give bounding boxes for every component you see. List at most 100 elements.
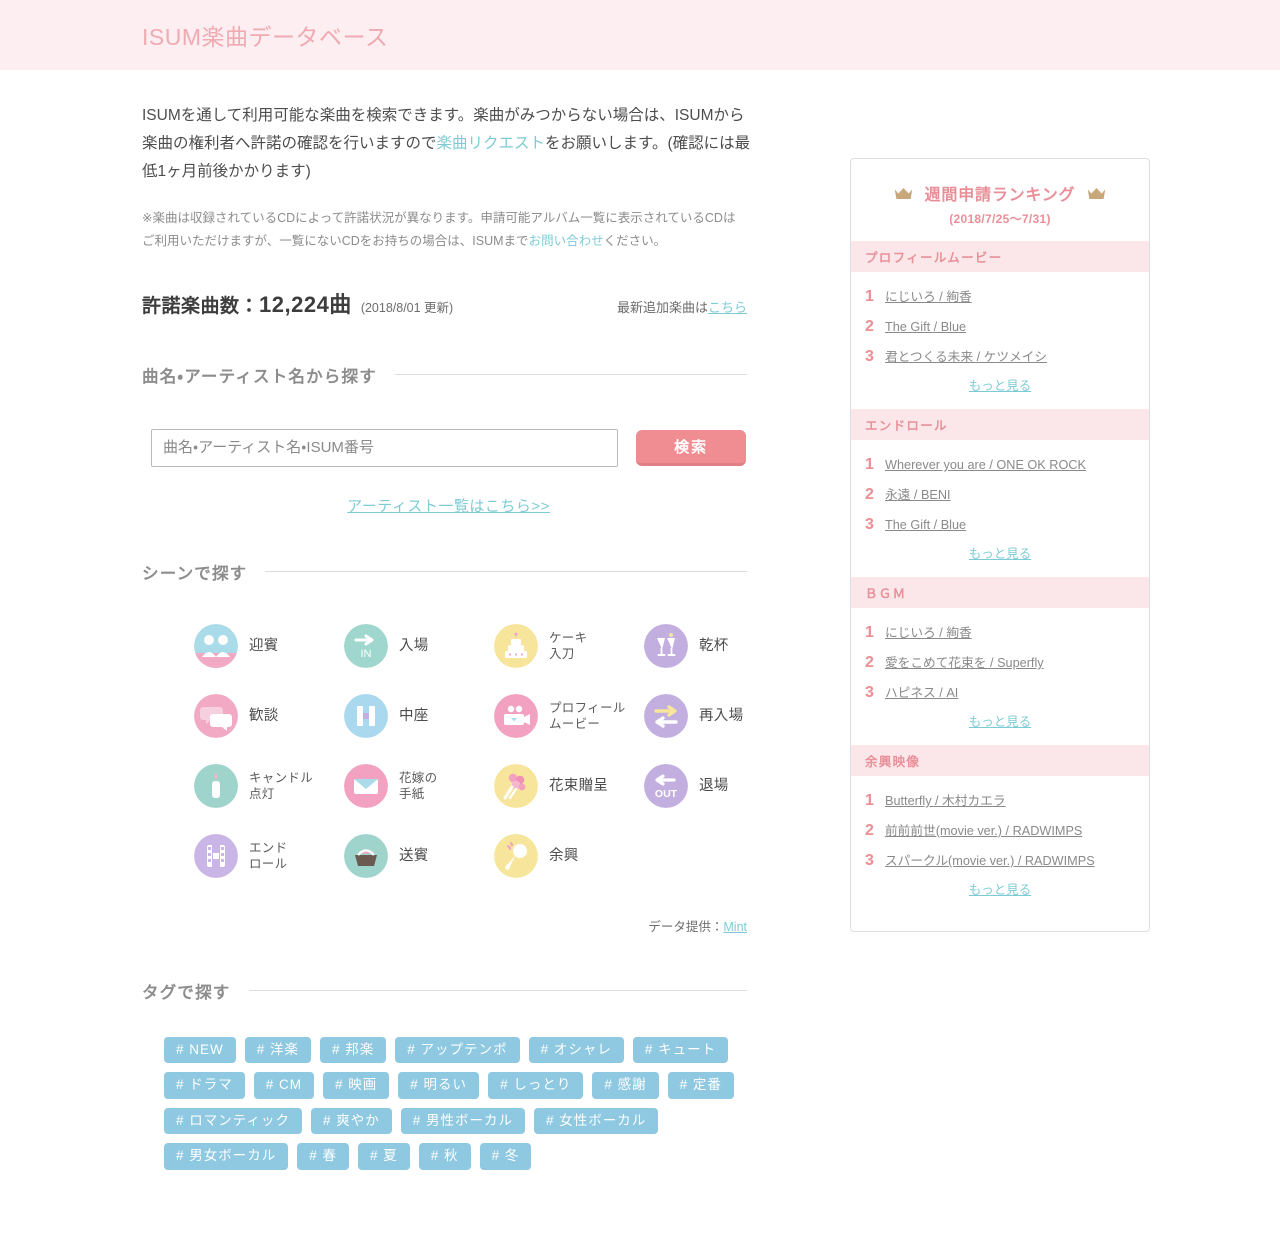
tag-chip[interactable]: # 秋 [418, 1143, 471, 1170]
scene-item-7[interactable]: 再入場 [644, 693, 794, 738]
tag-chip[interactable]: # 冬 [479, 1143, 532, 1170]
scene-item-6[interactable]: プロフィール ムービー [494, 693, 644, 738]
ranking-row: 2 The Gift / Blue [851, 312, 1149, 342]
ranking-more-link[interactable]: もっと見る [969, 715, 1032, 729]
scene-item-label: 入場 [399, 637, 429, 654]
ranking-rank-number: 3 [865, 852, 874, 869]
tag-chip[interactable]: # 女性ボーカル [533, 1107, 659, 1135]
scene-item-11[interactable]: OUT 退場 [644, 763, 794, 808]
ranking-more-link[interactable]: もっと見る [969, 547, 1032, 561]
scene-item-12[interactable]: エンド ロール [194, 833, 344, 878]
ranking-list: 1 にじいろ / 絢香 2 愛をこめて花束を / Superfly 3 ハピネス / AI… [851, 608, 1149, 745]
tag-chip[interactable]: # 明るい [398, 1072, 480, 1099]
tag-chip[interactable]: # NEW [164, 1036, 236, 1064]
tag-chip[interactable]: # 爽やか [310, 1107, 392, 1135]
ranking-song-link[interactable]: Butterfly / 木村カエラ [885, 793, 1006, 810]
search-button[interactable]: 検索 [636, 429, 746, 466]
ranking-song-link[interactable]: 前前前世(movie ver.) / RADWIMPS [885, 823, 1082, 840]
artist-list-link[interactable]: アーティスト一覧はこちら>> [347, 498, 550, 515]
tag-chip[interactable]: # 夏 [358, 1143, 410, 1170]
tag-chip[interactable]: # オシャレ [528, 1036, 624, 1064]
ranking-row: 1 にじいろ / 絢香 [851, 282, 1149, 312]
search-input[interactable] [151, 428, 619, 467]
ranking-song-link[interactable]: 愛をこめて花束を / Superfly [885, 655, 1044, 672]
svg-text:OUT: OUT [655, 788, 678, 800]
exit-out-icon: OUT [644, 763, 688, 808]
ranking-song-link[interactable]: 君とつくる未来 / ケツメイシ [885, 349, 1047, 366]
ranking-row: 1 にじいろ / 絢香 [851, 618, 1149, 648]
tag-chip[interactable]: # 感謝 [592, 1072, 659, 1099]
ranking-rank-number: 2 [865, 486, 874, 503]
ranking-row: 3 ハピネス / AI [851, 678, 1149, 708]
tag-row: # NEW # 洋楽 # 邦楽 # アップテンポ # オシャレ # キュート [164, 1036, 774, 1064]
latest-songs-row: 最新追加楽曲はこちら [617, 297, 747, 316]
contact-link[interactable]: お問い合わせ [529, 234, 604, 248]
tag-row: # ドラマ # CM # 映画 # 明るい # しっとり # 感謝 # 定番 [164, 1072, 774, 1099]
data-credit: データ提供：Mint [142, 916, 747, 935]
tag-chip[interactable]: # 春 [297, 1143, 350, 1170]
tag-chip[interactable]: # ロマンティック [164, 1107, 302, 1135]
data-credit-prefix: データ提供： [648, 919, 724, 934]
ranking-song-link[interactable]: 永遠 / BENI [885, 487, 951, 504]
ranking-rank-number: 1 [865, 624, 874, 641]
tag-chip[interactable]: # 邦楽 [320, 1036, 387, 1064]
tag-chip[interactable]: # CM [253, 1072, 315, 1099]
scene-item-3[interactable]: 乾杯 [644, 623, 794, 668]
tag-chip[interactable]: # キュート [632, 1036, 729, 1064]
ranking-song-link[interactable]: ハピネス / AI [885, 685, 958, 702]
tag-chip[interactable]: # 男女ボーカル [164, 1143, 289, 1170]
scene-item-10[interactable]: 花束贈呈 [494, 763, 644, 808]
ranking-rank-number: 1 [865, 288, 874, 305]
scene-item-13[interactable]: 送賓 [344, 833, 494, 878]
scene-item-2[interactable]: ケーキ 入刀 [494, 623, 644, 668]
stats-left: 許諾楽曲数： 12,224曲 (2018/8/01 更新) [142, 287, 453, 319]
scene-item-9[interactable]: 花嫁の 手紙 [344, 763, 494, 808]
scene-item-label: ケーキ 入刀 [549, 630, 588, 661]
search-section-rule [394, 374, 747, 376]
ranking-song-link[interactable]: The Gift / Blue [885, 517, 966, 534]
scene-item-label: 迎賓 [249, 637, 279, 654]
scene-item-1[interactable]: IN 入場 [344, 623, 494, 668]
ranking-row: 3 君とつくる未来 / ケツメイシ [851, 342, 1149, 372]
ranking-song-link[interactable]: にじいろ / 絢香 [885, 289, 972, 306]
data-credit-link[interactable]: Mint [723, 920, 747, 934]
note-text-2: ください。 [603, 233, 667, 248]
stats-updated: (2018/8/01 更新) [360, 300, 454, 315]
scene-item-label: 退場 [699, 777, 729, 794]
tag-chip[interactable]: # 男性ボーカル [400, 1107, 525, 1135]
ranking-more-link[interactable]: もっと見る [969, 883, 1032, 897]
tag-chip[interactable]: # ドラマ [164, 1072, 245, 1099]
search-section-title: 曲名・アーティスト名から探す [142, 367, 377, 386]
ranking-song-link[interactable]: スパークル(movie ver.) / RADWIMPS [885, 853, 1095, 870]
ranking-song-link[interactable]: Wherever you are / ONE OK ROCK [885, 457, 1086, 474]
tag-chip[interactable]: # しっとり [488, 1072, 584, 1099]
tag-chip[interactable]: # 洋楽 [244, 1036, 312, 1064]
tag-section-rule [248, 990, 747, 992]
ranking-title: 週間申請ランキング [924, 187, 1076, 204]
ranking-song-link[interactable]: にじいろ / 絢香 [885, 625, 972, 642]
tag-chip[interactable]: # アップテンポ [395, 1036, 520, 1064]
scene-item-8[interactable]: キャンドル 点灯 [194, 763, 344, 808]
ranking-row: 2 前前前世(movie ver.) / RADWIMPS [851, 816, 1149, 846]
chat-bubbles-icon [194, 693, 238, 738]
latest-songs-link[interactable]: こちら [708, 300, 747, 315]
sidebar: 週間申請ランキング (2018/7/25〜7/31) プロフィールムービー 1 にじ… [850, 70, 1150, 932]
re-entrance-icon [644, 693, 688, 738]
stats-count: 12,224曲 [259, 291, 352, 317]
ranking-song-link[interactable]: The Gift / Blue [885, 319, 966, 336]
ranking-title-line: 週間申請ランキング [851, 181, 1149, 205]
tag-chip[interactable]: # 映画 [323, 1072, 390, 1099]
page-title: ISUM楽曲データベース [142, 24, 389, 50]
song-request-link[interactable]: 楽曲リクエスト [437, 135, 546, 152]
scene-item-0[interactable]: 迎賓 [194, 623, 344, 668]
scene-item-14[interactable]: 余興 [494, 833, 644, 878]
entrance-in-icon: IN [344, 623, 388, 668]
tag-chip[interactable]: # 定番 [667, 1072, 734, 1099]
scene-item-5[interactable]: 中座 [344, 693, 494, 738]
main-column: ISUMを通して利用可能な楽曲を検索できます。楽曲がみつからない場合は、ISUM… [142, 70, 802, 1179]
ranking-more-link[interactable]: もっと見る [969, 379, 1032, 393]
scene-item-4[interactable]: 歓談 [194, 693, 344, 738]
exit-pillars-icon [344, 693, 388, 738]
crown-icon-right [1087, 187, 1106, 200]
ranking-rank-number: 1 [865, 456, 874, 473]
